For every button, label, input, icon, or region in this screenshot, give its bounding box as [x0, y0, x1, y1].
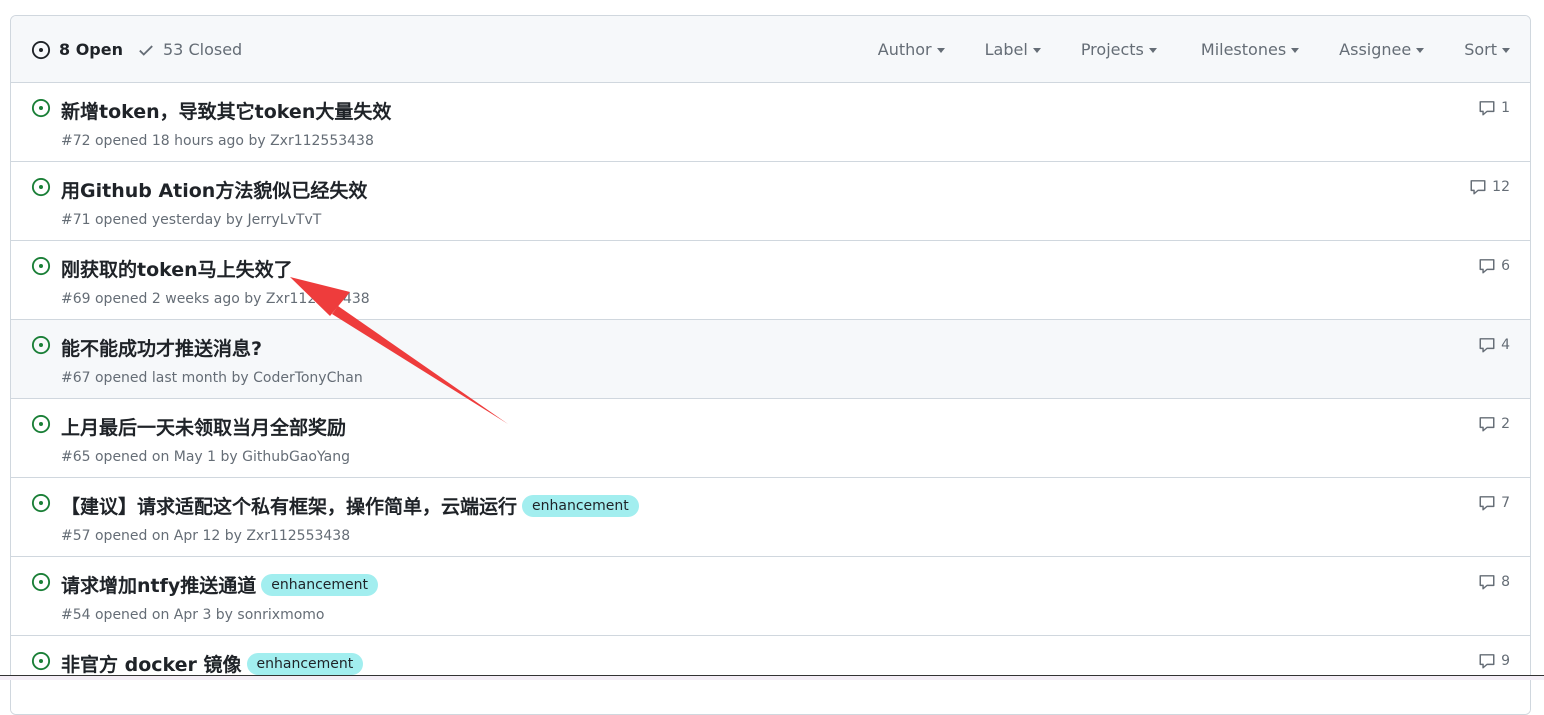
issue-title-link[interactable]: 请求增加ntfy推送通道 enhancement	[61, 571, 379, 598]
issue-meta: #72 opened 18 hours ago by Zxr112553438	[61, 133, 374, 149]
comment-count-link[interactable]: 7	[1478, 494, 1510, 512]
closed-count: 53 Closed	[163, 40, 243, 59]
comment-icon	[1479, 654, 1495, 669]
issue-title-link[interactable]: 新增token，导致其它token大量失效	[61, 97, 391, 124]
issues-box: 8 Open 53 Closed Author Label Projects M…	[10, 15, 1531, 715]
issue-title-link[interactable]: 用Github Ation方法貌似已经失效	[61, 176, 367, 203]
caret-down-icon	[1502, 48, 1510, 53]
issue-row: 用Github Ation方法貌似已经失效 #71 opened yesterd…	[11, 162, 1530, 241]
caret-down-icon	[1148, 48, 1157, 53]
check-icon	[139, 44, 153, 56]
closed-issues-tab[interactable]: 53 Closed	[137, 16, 242, 83]
enhancement-label[interactable]: enhancement	[522, 494, 639, 517]
comment-icon	[1479, 259, 1495, 274]
issue-row: 请求增加ntfy推送通道 enhancement #54 opened on Ap…	[11, 557, 1530, 636]
enhancement-label[interactable]: enhancement	[246, 652, 364, 675]
caret-down-icon	[936, 48, 945, 53]
comment-count-link[interactable]: 6	[1478, 257, 1510, 275]
comment-icon	[1479, 496, 1495, 511]
filter-bar: Author Label Projects Milestones Assigne…	[878, 16, 1530, 83]
comment-count-link[interactable]: 12	[1469, 178, 1510, 196]
issue-meta: #67 opened last month by CoderTonyChan	[61, 370, 363, 386]
issue-opened-icon	[31, 98, 51, 118]
comment-icon	[1479, 417, 1495, 432]
open-count: 8 Open	[59, 40, 123, 59]
issue-meta: #57 opened on Apr 12 by Zxr112553438	[61, 528, 351, 544]
author-filter[interactable]: Author	[878, 40, 945, 59]
issue-meta: #65 opened on May 1 by GithubGaoYang	[61, 449, 350, 465]
comment-icon	[1470, 180, 1486, 195]
issue-opened-icon	[31, 256, 51, 276]
comment-count-link[interactable]: 9	[1478, 652, 1510, 670]
issue-row: 刚获取的token马上失效了 #69 opened 2 weeks ago by…	[11, 241, 1530, 320]
issue-title-link[interactable]: 上月最后一天未领取当月全部奖励	[61, 413, 346, 440]
issue-meta: #71 opened yesterday by JerryLvTvT	[61, 212, 322, 228]
comment-count-link[interactable]: 8	[1478, 573, 1510, 591]
window-bottom-edge	[0, 675, 1544, 680]
issue-opened-icon	[31, 414, 51, 434]
caret-down-icon	[1032, 48, 1041, 53]
issue-opened-icon	[31, 493, 51, 513]
issue-title-link[interactable]: 刚获取的token马上失效了	[61, 255, 293, 282]
issue-row: 新增token，导致其它token大量失效 #72 opened 18 hour…	[11, 83, 1530, 162]
comment-icon	[1479, 575, 1495, 590]
issues-toolbar: 8 Open 53 Closed Author Label Projects M…	[11, 16, 1530, 83]
issue-opened-icon	[31, 651, 51, 671]
issue-meta: #54 opened on Apr 3 by sonrixmomo	[61, 607, 325, 623]
issue-opened-icon	[31, 572, 51, 592]
milestones-filter[interactable]: Milestones	[1201, 40, 1300, 59]
issue-row: 能不能成功才推送消息? #67 opened last month by Cod…	[11, 320, 1530, 399]
caret-down-icon	[1291, 48, 1300, 53]
issue-title-link[interactable]: 非官方 docker 镜像 enhancement	[61, 650, 364, 677]
comment-count-link[interactable]: 2	[1478, 415, 1510, 433]
label-filter[interactable]: Label	[985, 40, 1041, 59]
comment-icon	[1479, 338, 1495, 353]
open-issues-tab[interactable]: 8 Open	[31, 16, 123, 83]
issue-opened-icon	[31, 335, 51, 355]
issue-opened-icon	[31, 177, 51, 197]
comment-count-link[interactable]: 1	[1478, 99, 1510, 117]
sort-filter[interactable]: Sort	[1464, 40, 1510, 59]
issue-opened-icon	[31, 40, 51, 59]
comment-icon	[1479, 101, 1495, 116]
issue-title-link[interactable]: 【建议】请求适配这个私有框架，操作简单，云端运行 enhancement	[61, 492, 639, 519]
enhancement-label[interactable]: enhancement	[261, 573, 379, 596]
projects-filter[interactable]: Projects	[1081, 40, 1157, 59]
assignee-filter[interactable]: Assignee	[1339, 40, 1425, 59]
issue-title-link[interactable]: 能不能成功才推送消息?	[61, 334, 262, 361]
comment-count-link[interactable]: 4	[1478, 336, 1510, 354]
issue-row: 上月最后一天未领取当月全部奖励 #65 opened on May 1 by G…	[11, 399, 1530, 478]
caret-down-icon	[1416, 48, 1425, 53]
issue-meta: #69 opened 2 weeks ago by Zxr112553438	[61, 291, 370, 307]
issue-row: 【建议】请求适配这个私有框架，操作简单，云端运行 enhancement #57 …	[11, 478, 1530, 557]
